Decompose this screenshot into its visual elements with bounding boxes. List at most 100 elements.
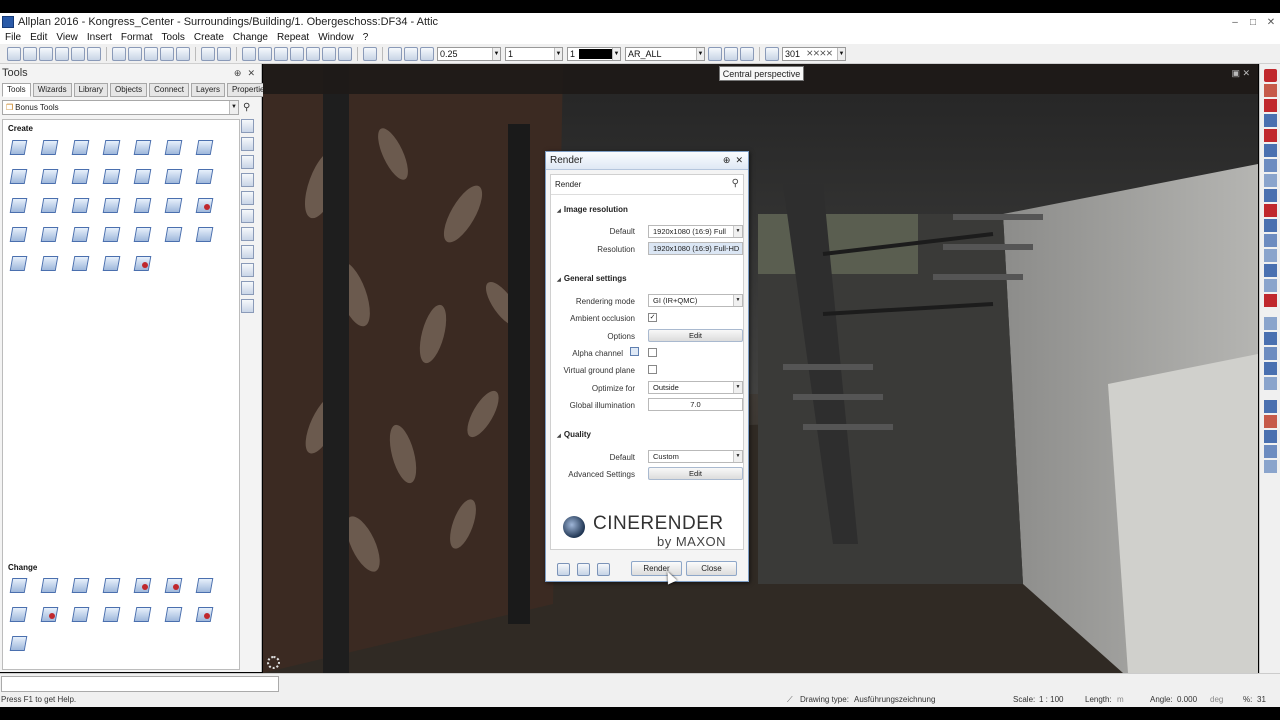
- layer-select[interactable]: AR_ALL ▼: [625, 46, 705, 61]
- extrude-tool-icon[interactable]: [8, 166, 28, 186]
- plane-icon[interactable]: [160, 46, 174, 61]
- virtual-ground-plane-checkbox[interactable]: [648, 365, 657, 374]
- rotational-body-icon[interactable]: [39, 166, 59, 186]
- tab-wizards[interactable]: Wizards: [32, 83, 72, 97]
- drawing-type-value[interactable]: Ausführungszeichnung: [854, 695, 935, 704]
- grid-icon[interactable]: [241, 173, 254, 187]
- ruler-icon[interactable]: [241, 245, 254, 259]
- cone-tool-icon[interactable]: [163, 137, 183, 157]
- menu-insert[interactable]: Insert: [87, 32, 112, 43]
- perpendicular-icon[interactable]: [70, 224, 90, 244]
- close-icon[interactable]: ✕: [247, 68, 255, 79]
- trim-curve-icon[interactable]: [132, 575, 152, 595]
- slab-icon[interactable]: [258, 46, 272, 61]
- alpha-channel-checkbox[interactable]: [648, 348, 657, 357]
- plane-icon[interactable]: [241, 137, 254, 151]
- chamfer-tool-icon[interactable]: [39, 224, 59, 244]
- save-icon[interactable]: [71, 46, 85, 61]
- split-icon[interactable]: [101, 195, 121, 215]
- pen-icon[interactable]: [404, 46, 418, 61]
- align-icon[interactable]: [1263, 144, 1277, 157]
- options-edit-button[interactable]: Edit: [648, 329, 743, 342]
- quality-default-select[interactable]: Custom ▼: [648, 450, 743, 463]
- plane-tool-icon[interactable]: [132, 224, 152, 244]
- modify-surface-icon[interactable]: [8, 604, 28, 624]
- wall-icon[interactable]: [242, 46, 256, 61]
- surface-tool-icon[interactable]: [194, 224, 214, 244]
- layer-filter-icon[interactable]: [708, 46, 722, 61]
- filter-icon[interactable]: [1263, 377, 1277, 390]
- delete-body-icon[interactable]: [194, 195, 214, 215]
- format-painter-icon[interactable]: [388, 46, 402, 61]
- image-resolution-header[interactable]: Image resolution: [557, 205, 628, 214]
- tab-connect[interactable]: Connect: [149, 83, 189, 97]
- cone-body-icon[interactable]: [101, 166, 121, 186]
- redline-icon[interactable]: [1263, 69, 1277, 82]
- connect-icon[interactable]: [70, 253, 90, 273]
- cut-icon[interactable]: [144, 46, 158, 61]
- sheet-icon[interactable]: [1263, 279, 1277, 292]
- menu-view[interactable]: View: [56, 32, 78, 43]
- menu-tools[interactable]: Tools: [162, 32, 185, 43]
- dimension-icon[interactable]: [1263, 317, 1277, 330]
- filter-line-icon[interactable]: [1263, 400, 1277, 413]
- convert-3d-icon[interactable]: [8, 633, 28, 653]
- sum-icon[interactable]: [1263, 430, 1277, 443]
- select-icon[interactable]: [1263, 362, 1277, 375]
- layer-settings-icon[interactable]: [55, 46, 69, 61]
- fileset-icon[interactable]: [39, 46, 53, 61]
- slab-icon[interactable]: [241, 209, 254, 223]
- arrow-icon[interactable]: [1263, 332, 1277, 345]
- remove-opening-icon[interactable]: [132, 253, 152, 273]
- measure-icon[interactable]: [1263, 114, 1277, 127]
- delete-icon[interactable]: [274, 46, 288, 61]
- ambient-occlusion-checkbox[interactable]: ✓: [648, 313, 657, 322]
- mirror-icon[interactable]: [1263, 159, 1277, 172]
- menu-edit[interactable]: Edit: [30, 32, 47, 43]
- layer-lock-icon[interactable]: [740, 46, 754, 61]
- layers-stack-icon[interactable]: [39, 253, 59, 273]
- stairs-tool-icon[interactable]: [163, 166, 183, 186]
- table-icon[interactable]: [241, 227, 254, 241]
- dialog-line-input[interactable]: [1, 676, 279, 692]
- close-icon[interactable]: ✕: [735, 155, 743, 166]
- pin-point-icon[interactable]: [1263, 129, 1277, 142]
- search-icon[interactable]: ⚲: [732, 178, 739, 189]
- chart-icon[interactable]: [1263, 415, 1277, 428]
- dialog-title-bar[interactable]: Render ⊕ ✕: [546, 152, 748, 170]
- favorites-save-icon[interactable]: [577, 563, 590, 576]
- modify-curve-icon[interactable]: [101, 575, 121, 595]
- menu-file[interactable]: File: [5, 32, 21, 43]
- cut-solid-icon[interactable]: [194, 604, 214, 624]
- subtract-icon[interactable]: [39, 195, 59, 215]
- sphere-tool-icon[interactable]: [132, 137, 152, 157]
- advanced-settings-edit-button[interactable]: Edit: [648, 467, 743, 480]
- resolution-default-select[interactable]: 1920x1080 (16:9) Full ▼: [648, 225, 743, 238]
- move-icon[interactable]: [290, 46, 304, 61]
- scale-value[interactable]: 1 : 100: [1039, 695, 1063, 704]
- color-select[interactable]: 1 ▼: [567, 46, 621, 61]
- hatch-lines-icon[interactable]: [8, 253, 28, 273]
- object-icon[interactable]: [176, 46, 190, 61]
- pin-icon[interactable]: ⊕: [723, 155, 731, 166]
- general-settings-header[interactable]: General settings: [557, 274, 627, 283]
- modify-points-icon[interactable]: [8, 575, 28, 595]
- wall-icon[interactable]: [241, 155, 254, 169]
- offset-icon[interactable]: [132, 604, 152, 624]
- pencil-icon[interactable]: [241, 281, 254, 295]
- perspective-viewport[interactable]: ▣ ✕: [263, 64, 1258, 673]
- tab-objects[interactable]: Objects: [110, 83, 148, 97]
- profile-tool-icon[interactable]: [194, 166, 214, 186]
- funnel-icon[interactable]: [1263, 347, 1277, 360]
- maximize-button[interactable]: □: [1244, 17, 1262, 28]
- chamfer-change-icon[interactable]: [70, 575, 90, 595]
- section-icon[interactable]: [163, 604, 183, 624]
- undo-icon[interactable]: [201, 46, 215, 61]
- line-tool-icon[interactable]: [8, 137, 28, 157]
- module-select[interactable]: ❒ Bonus Tools ▼: [2, 100, 239, 115]
- cube-icon[interactable]: [241, 119, 254, 133]
- cylinder-tool-icon[interactable]: [101, 137, 121, 157]
- mirror-icon[interactable]: [322, 46, 336, 61]
- menu-change[interactable]: Change: [233, 32, 268, 43]
- menu-format[interactable]: Format: [121, 32, 153, 43]
